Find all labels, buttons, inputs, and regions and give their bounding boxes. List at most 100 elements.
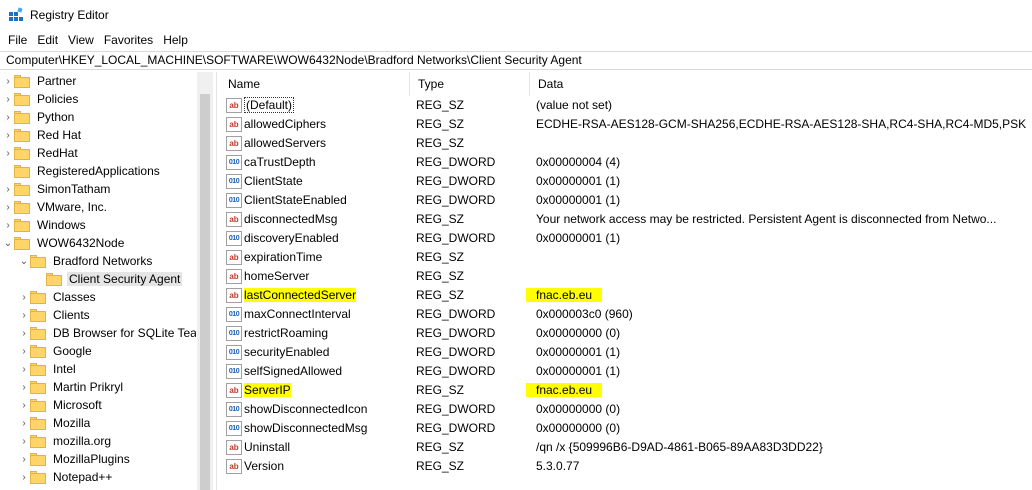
tree-item[interactable]: › Mozilla [18,414,92,432]
value-row[interactable]: ab ServerIP REG_SZ fnac.eb.eu [220,381,1032,400]
menu-file[interactable]: File [3,30,32,50]
tree-item[interactable]: › Notepad++ [18,468,114,486]
chevron-right-icon[interactable]: › [2,180,14,198]
tree-item[interactable]: › SimonTatham [2,180,112,198]
no-expander [2,162,14,180]
value-name: allowedServers [244,136,327,150]
value-row[interactable]: ab allowedCiphers REG_SZ ECDHE-RSA-AES128-G… [220,115,1032,134]
menu-view[interactable]: View [63,30,99,50]
chevron-right-icon[interactable]: › [18,378,30,396]
value-row[interactable]: ab (Default) REG_SZ (value not set) [220,96,1032,115]
folder-icon [30,254,46,268]
menu-favorites[interactable]: Favorites [99,30,158,50]
value-row[interactable]: 010 ClientState REG_DWORD 0x00000001 (1) [220,172,1032,191]
tree-scrollbar[interactable] [197,72,213,490]
tree-item[interactable]: › DB Browser for SQLite Team [18,324,196,342]
string-value-icon: ab [226,383,242,398]
value-row[interactable]: ab lastConnectedServer REG_SZ fnac.eb.eu [220,286,1032,305]
chevron-right-icon[interactable]: › [2,90,14,108]
menu-edit[interactable]: Edit [32,30,63,50]
tree-item[interactable]: › mozilla.org [18,432,113,450]
chevron-down-icon[interactable]: ⌄ [2,234,14,252]
column-header-name[interactable]: Name [220,72,410,96]
chevron-right-icon[interactable]: › [18,324,30,342]
tree-item[interactable]: › Red Hat [2,126,83,144]
tree-item[interactable]: › Microsoft [18,396,104,414]
column-header-data[interactable]: Data [530,72,1032,96]
value-row[interactable]: ab Version REG_SZ 5.3.0.77 [220,457,1032,476]
column-header-type[interactable]: Type [410,72,530,96]
chevron-right-icon[interactable]: › [18,396,30,414]
tree-item[interactable]: › RedHat [2,144,80,162]
value-type: REG_SZ [416,440,465,454]
chevron-right-icon[interactable]: › [18,450,30,468]
chevron-right-icon[interactable]: › [18,432,30,450]
tree-item[interactable]: ⌄ WOW6432Node [2,234,126,252]
value-row[interactable]: 010 selfSignedAllowed REG_DWORD 0x00000001 … [220,362,1032,381]
chevron-right-icon[interactable]: › [18,360,30,378]
value-row[interactable]: 010 restrictRoaming REG_DWORD 0x00000000 (0… [220,324,1032,343]
value-name-cell: homeServer [244,267,410,286]
value-row[interactable]: 010 showDisconnectedIcon REG_DWORD 0x000000… [220,400,1032,419]
tree-item[interactable]: › MozillaPlugins [18,450,132,468]
binary-value-icon: 010 [226,193,242,208]
chevron-right-icon[interactable]: › [2,72,14,90]
address-bar[interactable]: Computer\HKEY_LOCAL_MACHINE\SOFTWARE\WOW… [0,51,1032,70]
binary-value-icon: 010 [226,364,242,379]
tree-item[interactable]: › Martin Prikryl [18,378,125,396]
tree-item[interactable]: › Python [2,108,76,126]
value-row[interactable]: 010 caTrustDepth REG_DWORD 0x00000004 (4) [220,153,1032,172]
chevron-right-icon[interactable]: › [18,288,30,306]
folder-icon [14,200,30,214]
value-name-cell: disconnectedMsg [244,210,410,229]
value-row[interactable]: ab expirationTime REG_SZ [220,248,1032,267]
chevron-right-icon[interactable]: › [2,216,14,234]
value-row[interactable]: 010 discoveryEnabled REG_DWORD 0x00000001 (… [220,229,1032,248]
tree-item-label: VMware, Inc. [37,200,108,214]
value-row[interactable]: ab allowedServers REG_SZ [220,134,1032,153]
value-row[interactable]: 010 maxConnectInterval REG_DWORD 0x000003c0… [220,305,1032,324]
value-data-cell: ECDHE-RSA-AES128-GCM-SHA256,ECDHE-RSA-AE… [536,115,1026,134]
value-row[interactable]: ab disconnectedMsg REG_SZ Your network acce… [220,210,1032,229]
chevron-right-icon[interactable]: › [18,414,30,432]
tree-item-label: Policies [37,92,79,106]
tree-item[interactable]: ⌄ Bradford Networks [18,252,154,270]
tree-item[interactable]: RegisteredApplications [2,162,162,180]
tree-item[interactable]: › Windows [2,216,88,234]
value-name: showDisconnectedMsg [244,421,368,435]
tree-scrollbar-thumb[interactable] [200,94,210,490]
chevron-right-icon[interactable]: › [18,306,30,324]
folder-icon [30,290,46,304]
tree-item[interactable]: › Classes [18,288,98,306]
value-name: securityEnabled [244,345,330,359]
value-data-cell: 5.3.0.77 [536,457,1026,476]
chevron-right-icon[interactable]: › [2,108,14,126]
tree-item[interactable]: › Policies [2,90,80,108]
tree-item[interactable]: Client Security Agent [34,270,183,288]
pane-splitter[interactable] [216,72,217,490]
value-row[interactable]: ab Uninstall REG_SZ/qn /x {509996B6-D9AD-4… [220,438,1032,457]
value-data: 0x00000001 (1) [536,231,621,245]
chevron-right-icon[interactable]: › [2,198,14,216]
tree-item[interactable]: › Clients [18,306,92,324]
value-row[interactable]: 010 ClientStateEnabled REG_DWORD 0x00000001… [220,191,1032,210]
tree-item[interactable]: › Intel [18,360,78,378]
binary-value-icon: 010 [226,155,242,170]
menu-help[interactable]: Help [158,30,193,50]
value-name: lastConnectedServer [244,288,357,302]
string-value-icon: ab [226,250,242,265]
tree-item-label: mozilla.org [53,434,112,448]
tree-item[interactable]: › Partner [2,72,78,90]
chevron-right-icon[interactable]: › [18,342,30,360]
folder-icon [30,434,46,448]
tree-item[interactable]: › VMware, Inc. [2,198,109,216]
value-row[interactable]: 010 showDisconnectedMsg REG_DWORD 0x0000000… [220,419,1032,438]
chevron-right-icon[interactable]: › [2,144,14,162]
value-row[interactable]: 010 securityEnabled REG_DWORD 0x00000001 (1… [220,343,1032,362]
value-row[interactable]: ab homeServer REG_SZ [220,267,1032,286]
chevron-down-icon[interactable]: ⌄ [18,252,30,270]
tree-item[interactable]: › Google [18,342,94,360]
chevron-right-icon[interactable]: › [2,126,14,144]
chevron-right-icon[interactable]: › [18,468,30,486]
tree-item-label: Clients [53,308,90,322]
